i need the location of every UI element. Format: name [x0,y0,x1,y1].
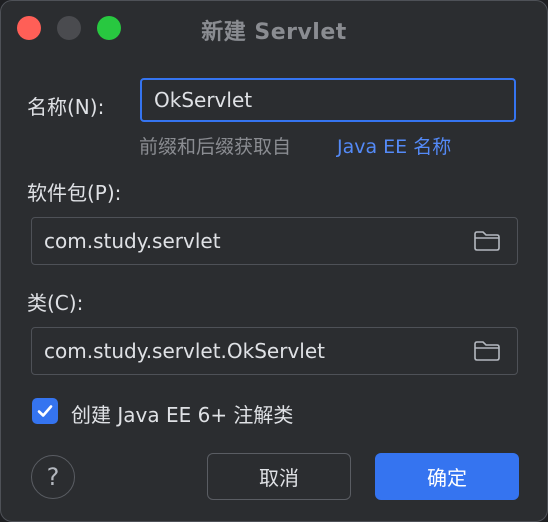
name-label: 名称(N): [27,95,105,119]
name-input[interactable]: OkServlet [140,78,516,122]
dialog-title: 新建 Servlet [201,20,347,45]
annotation-checkbox[interactable] [32,398,58,424]
class-field[interactable]: com.study.servlet.OkServlet [31,327,518,375]
class-label: 类(C): [27,291,84,315]
cancel-button[interactable]: 取消 [207,453,351,500]
checkmark-icon [37,405,53,417]
title-bar[interactable]: 新建 Servlet [1,1,547,55]
new-servlet-dialog: 新建 Servlet 名称(N): OkServlet 前缀和后缀获取自 Jav… [0,0,548,522]
java-ee-names-link[interactable]: Java EE 名称 [337,132,451,159]
class-field-value: com.study.servlet.OkServlet [44,339,325,363]
package-label: 软件包(P): [27,181,122,205]
folder-icon[interactable] [473,230,501,252]
folder-icon[interactable] [473,340,501,362]
package-field[interactable]: com.study.servlet [31,217,518,265]
annotation-checkbox-label[interactable]: 创建 Java EE 6+ 注解类 [71,399,293,428]
help-button[interactable]: ? [31,455,75,499]
ok-button[interactable]: 确定 [375,453,519,500]
name-hint-text: 前缀和后缀获取自 [139,136,292,158]
package-field-value: com.study.servlet [44,229,221,253]
name-input-value: OkServlet [154,88,253,112]
